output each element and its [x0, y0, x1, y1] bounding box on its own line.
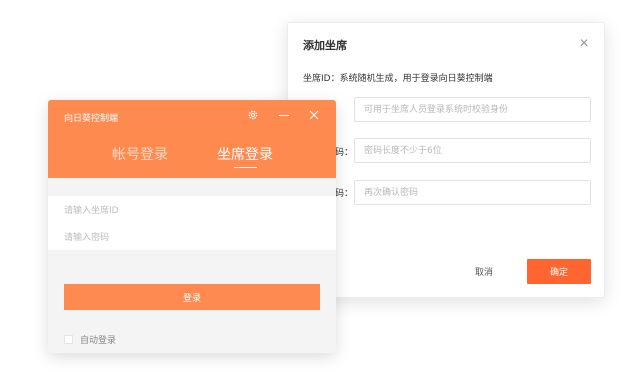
- login-password-input[interactable]: [64, 228, 320, 248]
- gear-icon[interactable]: [246, 109, 260, 123]
- password-input[interactable]: [354, 138, 591, 163]
- login-fields: [48, 196, 336, 250]
- minimize-icon[interactable]: [277, 109, 291, 123]
- login-window: 向日葵控制端 帐号登录 坐席登录 登录 自动登录: [48, 100, 336, 353]
- tab-account-login[interactable]: 帐号登录: [112, 144, 168, 164]
- close-icon[interactable]: ✕: [578, 37, 590, 49]
- auto-login-label: 自动登录: [80, 336, 117, 346]
- seat-name-input[interactable]: [354, 97, 591, 122]
- login-header: 向日葵控制端 帐号登录 坐席登录: [48, 100, 336, 178]
- close-icon[interactable]: [307, 109, 321, 123]
- seat-id-input[interactable]: [64, 201, 320, 221]
- login-button[interactable]: 登录: [64, 284, 320, 310]
- confirm-password-input[interactable]: [354, 180, 591, 205]
- active-tab-indicator: [234, 167, 257, 168]
- window-title: 向日葵控制端: [64, 114, 119, 124]
- cancel-button[interactable]: 取消: [454, 259, 514, 284]
- confirm-button[interactable]: 确定: [527, 259, 591, 284]
- seat-id-description: 坐席ID：系统随机生成，用于登录向日葵控制端: [303, 74, 493, 84]
- dialog-title: 添加坐席: [303, 39, 347, 52]
- auto-login-checkbox[interactable]: [64, 335, 73, 344]
- tab-seat-login[interactable]: 坐席登录: [217, 144, 273, 164]
- auto-login-toggle[interactable]: 自动登录: [64, 333, 116, 346]
